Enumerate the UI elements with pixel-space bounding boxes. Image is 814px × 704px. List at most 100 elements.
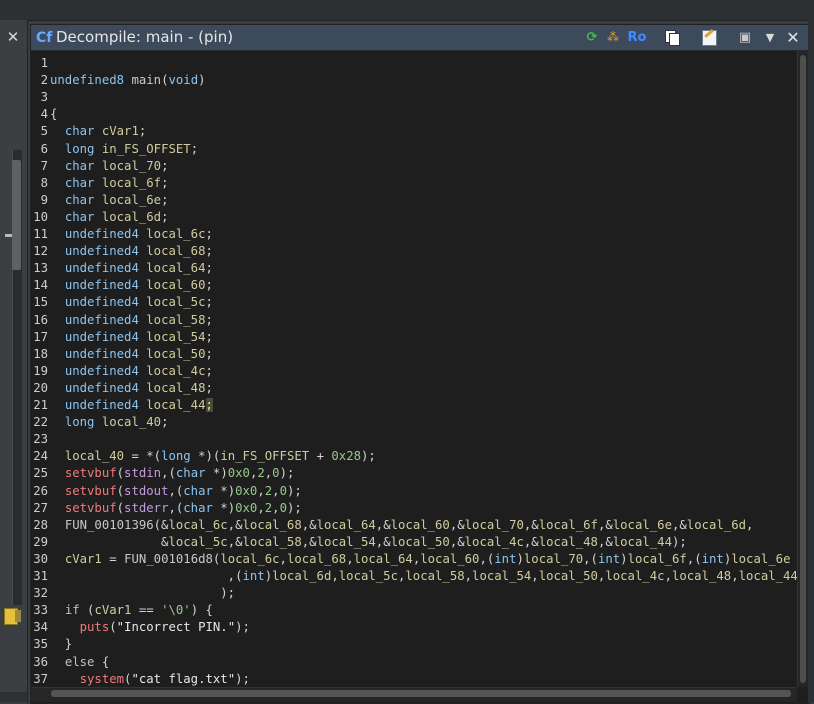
- code-token[interactable]: [50, 484, 65, 498]
- code-token[interactable]: = *(: [124, 449, 161, 463]
- code-line[interactable]: 5 char cVar1;: [31, 123, 797, 140]
- code-text[interactable]: setvbuf(stderr,(char *)0x0,2,0);: [50, 500, 302, 517]
- code-token[interactable]: 0x0: [235, 484, 257, 498]
- code-token[interactable]: ;: [161, 415, 168, 429]
- code-text[interactable]: cVar1 = FUN_001016d8(local_6c,local_68,l…: [50, 551, 791, 568]
- code-token[interactable]: local_68: [287, 552, 346, 566]
- code-token[interactable]: undefined4: [65, 381, 139, 395]
- code-token[interactable]: [50, 347, 65, 361]
- code-text[interactable]: ,(int)local_6d,local_5c,local_58,local_5…: [50, 568, 797, 585]
- code-text[interactable]: undefined4 local_58;: [50, 312, 213, 329]
- code-token[interactable]: [94, 193, 101, 207]
- code-token[interactable]: setvbuf: [65, 484, 117, 498]
- code-token[interactable]: ;: [161, 159, 168, 173]
- code-token[interactable]: local_68: [243, 518, 302, 532]
- code-token[interactable]: ,(: [687, 552, 702, 566]
- code-token[interactable]: local_6e: [731, 552, 790, 566]
- code-token[interactable]: [50, 278, 65, 292]
- code-token[interactable]: [50, 193, 65, 207]
- close-window-icon[interactable]: ✕: [783, 28, 803, 47]
- code-token[interactable]: [50, 176, 65, 190]
- code-token[interactable]: {: [50, 107, 57, 121]
- code-token[interactable]: long: [161, 449, 191, 463]
- code-line[interactable]: 18 undefined4 local_50;: [31, 346, 797, 363]
- code-text[interactable]: else {: [50, 654, 109, 671]
- code-token[interactable]: ;: [206, 295, 213, 309]
- code-token[interactable]: local_6c: [146, 227, 205, 241]
- code-token[interactable]: stderr: [124, 501, 168, 515]
- code-text[interactable]: undefined4 local_5c;: [50, 294, 213, 311]
- code-text[interactable]: char local_6f;: [50, 175, 169, 192]
- code-token[interactable]: undefined4: [65, 347, 139, 361]
- code-token[interactable]: ;: [206, 278, 213, 292]
- code-token[interactable]: ): [517, 552, 524, 566]
- code-token[interactable]: ;: [206, 313, 213, 327]
- code-line[interactable]: 17 undefined4 local_54;: [31, 329, 797, 346]
- code-text[interactable]: system("cat flag.txt");: [50, 671, 250, 687]
- code-line[interactable]: 11 undefined4 local_6c;: [31, 226, 797, 243]
- code-token[interactable]: [50, 210, 65, 224]
- code-token[interactable]: [50, 415, 65, 429]
- code-text[interactable]: long local_40;: [50, 414, 169, 431]
- code-line[interactable]: 30 cVar1 = FUN_001016d8(local_6c,local_6…: [31, 551, 797, 568]
- code-token[interactable]: local_64: [146, 261, 205, 275]
- code-token[interactable]: 0: [280, 501, 287, 515]
- code-token[interactable]: [50, 142, 65, 156]
- code-token[interactable]: ;: [139, 124, 146, 138]
- code-line[interactable]: 33 if (cVar1 == '\0') {: [31, 602, 797, 619]
- code-token[interactable]: undefined8: [50, 73, 124, 87]
- code-text[interactable]: long in_FS_OFFSET;: [50, 141, 198, 158]
- code-line[interactable]: 1: [31, 55, 797, 72]
- code-token[interactable]: local_40: [102, 415, 161, 429]
- code-token[interactable]: "cat flag.txt": [131, 672, 235, 686]
- code-token[interactable]: FUN_00101396: [65, 518, 154, 532]
- code-text[interactable]: char local_6d;: [50, 209, 169, 226]
- code-line[interactable]: 10 char local_6d;: [31, 209, 797, 226]
- code-text[interactable]: setvbuf(stdin,(char *)0x0,2,0);: [50, 465, 295, 482]
- code-token[interactable]: char: [65, 124, 95, 138]
- code-token[interactable]: ,&: [598, 518, 613, 532]
- code-token[interactable]: ,: [272, 484, 279, 498]
- code-token[interactable]: char: [183, 484, 213, 498]
- code-token[interactable]: );: [287, 501, 302, 515]
- code-token[interactable]: setvbuf: [65, 466, 117, 480]
- code-token[interactable]: ;: [161, 193, 168, 207]
- code-line[interactable]: 8 char local_6f;: [31, 175, 797, 192]
- code-token[interactable]: ;: [161, 210, 168, 224]
- code-token[interactable]: local_44: [146, 398, 205, 412]
- code-token[interactable]: ,&: [524, 518, 539, 532]
- code-line[interactable]: 28 FUN_00101396(&local_6c,&local_68,&loc…: [31, 517, 797, 534]
- code-text[interactable]: puts("Incorrect PIN.");: [50, 619, 250, 636]
- code-token[interactable]: ==: [131, 603, 161, 617]
- code-token[interactable]: 0x28: [331, 449, 361, 463]
- code-line[interactable]: 15 undefined4 local_5c;: [31, 294, 797, 311]
- code-token[interactable]: local_6f: [539, 518, 598, 532]
- code-token[interactable]: ,: [257, 501, 264, 515]
- code-text[interactable]: }: [50, 636, 72, 653]
- code-token[interactable]: local_5c: [146, 295, 205, 309]
- code-token[interactable]: char: [65, 159, 95, 173]
- code-token[interactable]: );: [50, 586, 235, 600]
- code-token[interactable]: local_6f: [102, 176, 161, 190]
- code-line[interactable]: 6 long in_FS_OFFSET;: [31, 141, 797, 158]
- code-token[interactable]: (: [80, 603, 94, 617]
- code-token[interactable]: (: [117, 484, 124, 498]
- code-token[interactable]: long: [65, 142, 95, 156]
- code-token[interactable]: undefined4: [65, 261, 139, 275]
- code-line[interactable]: 13 undefined4 local_64;: [31, 260, 797, 277]
- code-text[interactable]: undefined4 local_68;: [50, 243, 213, 260]
- code-token[interactable]: ,: [272, 501, 279, 515]
- code-token[interactable]: ,&: [302, 535, 317, 549]
- code-token[interactable]: local_54: [317, 535, 376, 549]
- code-token[interactable]: local_54: [146, 330, 205, 344]
- readonly-toggle-button[interactable]: Ro: [625, 28, 649, 47]
- code-token[interactable]: cVar1: [102, 124, 139, 138]
- code-token[interactable]: ;: [191, 142, 198, 156]
- code-token[interactable]: ,&: [450, 518, 465, 532]
- code-token[interactable]: [94, 210, 101, 224]
- code-token[interactable]: main: [131, 73, 161, 87]
- code-token[interactable]: ,(: [161, 466, 176, 480]
- code-listing[interactable]: 1 2 undefined8 main(void) 3 4{5 char cVar1; 6…: [31, 51, 797, 687]
- code-token[interactable]: in_FS_OFFSET: [220, 449, 309, 463]
- code-token[interactable]: ,&: [228, 535, 243, 549]
